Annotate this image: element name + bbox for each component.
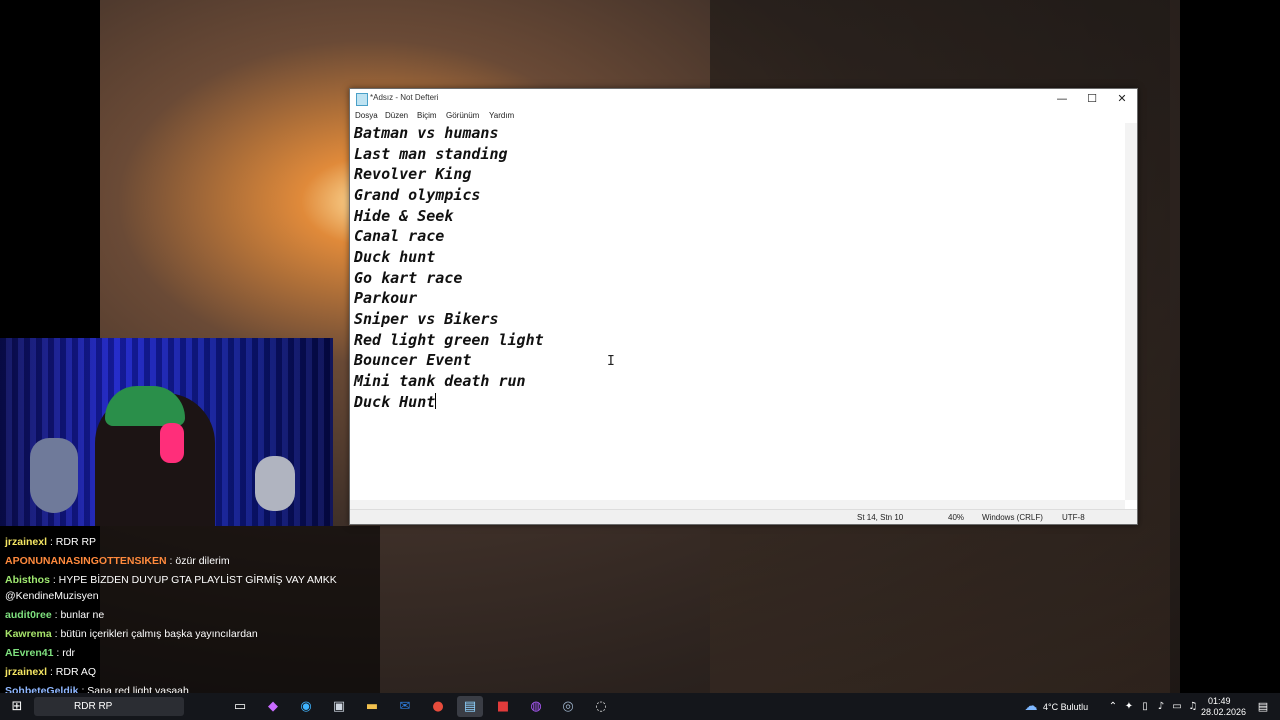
windows-start-icon[interactable]: ⊞ (4, 696, 30, 717)
maximize-button[interactable]: ☐ (1077, 89, 1107, 109)
editor-line: Mini tank death run (354, 372, 526, 390)
chat-message: APONUNANASINGOTTENSIKEN : özür dilerim (5, 555, 230, 567)
menu-format[interactable]: Biçim (417, 111, 437, 120)
chat-message: jrzainexl : RDR AQ (5, 666, 96, 678)
chat-text: @KendineMuzisyen (5, 590, 99, 602)
obs-icon[interactable]: ◌ (588, 696, 614, 717)
window-title: *Adsız - Not Defteri (370, 93, 439, 102)
editor-line: Hide & Seek (354, 207, 454, 225)
chat-user: APONUNANASINGOTTENSIKEN (5, 555, 167, 567)
editor-line: Bouncer Event (354, 351, 472, 369)
chat-message: Abisthos : HYPE BİZDEN DUYUP GTA PLAYLİS… (5, 574, 337, 586)
guitar (30, 438, 78, 513)
menu-bar: Dosya Düzen Biçim Görünüm Yardım (350, 109, 1137, 123)
weather-cloud-icon[interactable]: ☁ (1018, 696, 1044, 717)
task-view-icon[interactable]: ▭ (227, 696, 253, 717)
editor-line: Duck hunt (354, 248, 436, 266)
chat-text: : HYPE BİZDEN DUYUP GTA PLAYLİST GİRMİŞ … (52, 574, 337, 586)
editor-line: Parkour (354, 289, 418, 307)
chat-user: jrzainexl (5, 666, 48, 678)
video-editor-icon[interactable]: ■ (490, 696, 516, 717)
zoom-level: 40% (948, 513, 965, 522)
chat-text: : RDR RP (49, 536, 97, 548)
editor-line: Canal race (354, 227, 445, 245)
editor-line-last: Duck Hunt (354, 393, 437, 411)
steam-icon[interactable]: ◎ (555, 696, 581, 717)
vertical-scrollbar[interactable] (1125, 123, 1137, 500)
text-editor[interactable]: Batman vs humans Last man standing Revol… (350, 123, 1125, 500)
chat-overlay: jrzainexl : RDR RP APONUNANASINGOTTENSIK… (0, 526, 380, 700)
outlook-icon[interactable]: ✉ (392, 696, 418, 717)
chrome-icon[interactable]: ● (425, 696, 451, 717)
editor-line: Sniper vs Bikers (354, 310, 499, 328)
menu-view[interactable]: Görünüm (446, 111, 479, 120)
editor-line: Batman vs humans (354, 124, 499, 142)
chat-text: : rdr (56, 647, 76, 659)
copilot-icon[interactable]: ◆ (260, 696, 286, 717)
chat-text: : bunlar ne (54, 609, 105, 621)
editor-line: Last man standing (354, 145, 508, 163)
minimize-button[interactable]: — (1047, 89, 1077, 109)
clock-time[interactable]: 01:49 (1208, 696, 1231, 706)
headset (160, 423, 184, 463)
chat-user: Kawrema (5, 628, 52, 640)
notepad-icon[interactable]: ▤ (457, 696, 483, 717)
chat-message: @KendineMuzisyen (5, 590, 99, 602)
messenger-icon[interactable]: ◍ (523, 696, 549, 717)
chat-text: : RDR AQ (49, 666, 97, 678)
editor-line: Grand olympics (354, 186, 481, 204)
notification-icon[interactable]: ▤ (1250, 696, 1276, 717)
editor-line-text: Duck Hunt (354, 393, 436, 411)
chat-message: audit0ree : bunlar ne (5, 609, 104, 621)
status-bar: St 14, Stn 10 40% Windows (CRLF) UTF-8 (350, 509, 1137, 524)
chat-text: : bütün içerikleri çalmış başka yayıncıl… (54, 628, 258, 640)
chat-user: audit0ree (5, 609, 52, 621)
chat-message: jrzainexl : RDR RP (5, 536, 96, 548)
close-button[interactable]: ✕ (1107, 89, 1137, 109)
clock-date[interactable]: 28.02.2026 (1201, 707, 1246, 717)
weather-text[interactable]: 4°C Bulutlu (1043, 702, 1088, 712)
menu-edit[interactable]: Düzen (385, 111, 408, 120)
taskbar-search[interactable]: RDR RP (34, 697, 184, 716)
store-icon[interactable]: ▣ (326, 696, 352, 717)
ibeam-cursor-icon: I (607, 354, 615, 369)
chat-message: AEvren41 : rdr (5, 647, 75, 659)
editor-line: Revolver King (354, 165, 472, 183)
chat-user: Abisthos (5, 574, 50, 586)
microphone (255, 456, 295, 511)
chat-user: AEvren41 (5, 647, 54, 659)
notepad-window[interactable]: *Adsız - Not Defteri — ☐ ✕ Dosya Düzen B… (349, 88, 1138, 525)
right-border (1180, 0, 1280, 720)
taskbar: ⊞ RDR RP ▭ ◆ ◉ ▣ ▬ ✉ ● ▤ ■ ◍ ◎ ◌ ☁ 4°C B… (0, 693, 1280, 720)
menu-help[interactable]: Yardım (489, 111, 514, 120)
title-bar[interactable]: *Adsız - Not Defteri — ☐ ✕ (350, 89, 1137, 109)
editor-line: Red light green light (354, 331, 544, 349)
encoding: UTF-8 (1062, 513, 1085, 522)
chat-user: jrzainexl (5, 536, 48, 548)
chat-message: Kawrema : bütün içerikleri çalmış başka … (5, 628, 258, 640)
search-text: RDR RP (74, 701, 113, 712)
cursor-position: St 14, Stn 10 (857, 513, 904, 522)
text-caret (435, 393, 437, 409)
file-explorer-icon[interactable]: ▬ (359, 696, 385, 717)
editor-line: Go kart race (354, 269, 463, 287)
line-ending: Windows (CRLF) (982, 513, 1043, 522)
webcam-overlay (0, 338, 333, 526)
chat-text: : özür dilerim (169, 555, 230, 567)
notepad-icon (356, 93, 368, 106)
menu-file[interactable]: Dosya (355, 111, 378, 120)
edge-icon[interactable]: ◉ (293, 696, 319, 717)
